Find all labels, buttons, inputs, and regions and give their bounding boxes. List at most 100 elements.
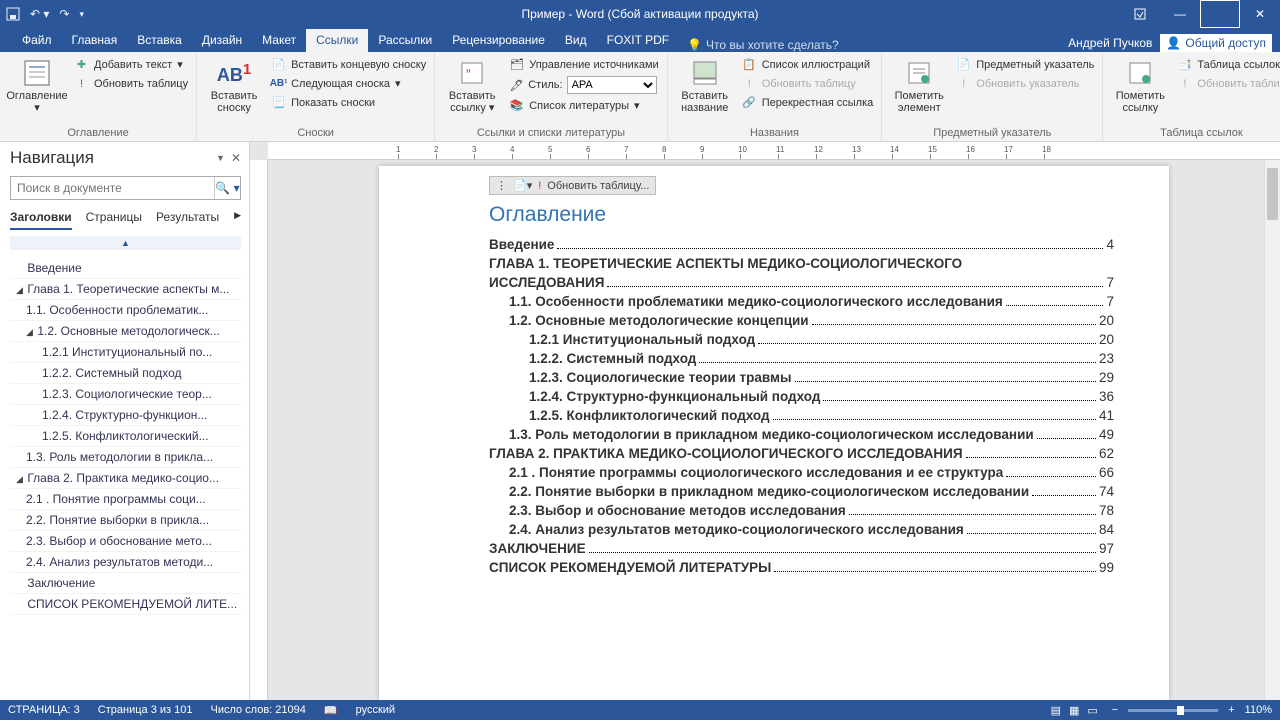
toc-row[interactable]: 1.2. Основные методологические концепции… (489, 313, 1114, 328)
nav-tab-results[interactable]: Результаты (156, 210, 219, 230)
zoom-out-icon[interactable]: − (1112, 704, 1118, 716)
view-buttons[interactable]: ▤▦▭ (1047, 704, 1102, 717)
toc-row[interactable]: 1.2.4. Структурно-функциональный подход3… (489, 389, 1114, 404)
tab-файл[interactable]: Файл (12, 29, 62, 52)
tree-item[interactable]: 1.1. Особенности проблематик... (10, 300, 241, 321)
manage-sources-button[interactable]: 🗂Управление источниками (507, 56, 660, 73)
bibliography-button[interactable]: 📚Список литературы ▾ (507, 97, 660, 114)
status-words[interactable]: Число слов: 21094 (210, 704, 305, 716)
toc-row[interactable]: 2.3. Выбор и обоснование методов исследо… (489, 503, 1114, 518)
tell-me[interactable]: 💡 Что вы хотите сделать? (679, 38, 839, 52)
share-button[interactable]: 👤 Общий доступ (1160, 34, 1272, 52)
style-dropdown[interactable]: APA (567, 76, 657, 94)
toc-row[interactable]: 1.2.1 Институциональный подход20 (489, 332, 1114, 347)
toc-row[interactable]: 1.1. Особенности проблематики медико-соц… (489, 294, 1114, 309)
citation-style-select[interactable]: 🖊Стиль: APA (507, 75, 660, 95)
tab-ссылки[interactable]: Ссылки (306, 29, 368, 52)
update-figures-button[interactable]: !Обновить таблицу (740, 75, 876, 92)
toc-row[interactable]: ЗАКЛЮЧЕНИЕ97 (489, 541, 1114, 556)
tab-вид[interactable]: Вид (555, 29, 597, 52)
tree-item[interactable]: ◢ 1.2. Основные методологическ... (10, 321, 241, 342)
status-language[interactable]: русский (356, 704, 395, 716)
toc-row[interactable]: ГЛАВА 2. ПРАКТИКА МЕДИКО-СОЦИОЛОГИЧЕСКОГ… (489, 446, 1114, 461)
minimize-button[interactable]: — (1160, 0, 1200, 28)
user-name[interactable]: Андрей Пучков (1068, 36, 1152, 50)
qat-more-icon[interactable]: ▾ (79, 9, 84, 20)
insert-endnote-button[interactable]: 📄Вставить концевую сноску (269, 56, 428, 73)
toc-row[interactable]: СПИСОК РЕКОМЕНДУЕМОЙ ЛИТЕРАТУРЫ99 (489, 560, 1114, 575)
insert-caption-button[interactable]: Вставить название (674, 56, 736, 127)
tab-вставка[interactable]: Вставка (127, 29, 192, 52)
vertical-ruler[interactable] (250, 160, 268, 700)
tree-item[interactable]: 2.2. Понятие выборки в прикла... (10, 510, 241, 531)
mark-entry-button[interactable]: Пометить элемент (888, 56, 950, 127)
status-page[interactable]: СТРАНИЦА: 3 (8, 704, 80, 716)
show-footnotes-button[interactable]: 📃Показать сноски (269, 94, 428, 111)
tab-макет[interactable]: Макет (252, 29, 306, 52)
redo-icon[interactable]: ↷ (59, 7, 69, 21)
toc-update-bar[interactable]: ⋮ 📄▾ ! Обновить таблицу... (489, 176, 656, 195)
toc-row[interactable]: 1.2.5. Конфликтологический подход41 (489, 408, 1114, 423)
toc-refresh-icon[interactable]: ! (538, 180, 541, 192)
toc-row[interactable]: ГЛАВА 1. ТЕОРЕТИЧЕСКИЕ АСПЕКТЫ МЕДИКО-СО… (489, 256, 1114, 271)
toc-row[interactable]: 1.2.3. Социологические теории травмы29 (489, 370, 1114, 385)
status-page-of[interactable]: Страница 3 из 101 (98, 704, 193, 716)
tab-главная[interactable]: Главная (62, 29, 128, 52)
nav-close-icon[interactable]: ✕ (231, 151, 241, 165)
tree-item[interactable]: 1.3. Роль методологии в прикла... (10, 447, 241, 468)
tree-item[interactable]: 2.3. Выбор и обоснование мето... (10, 531, 241, 552)
table-authorities-button[interactable]: 📑Таблица ссылок (1175, 56, 1280, 73)
insert-citation-button[interactable]: ” Вставить ссылку ▾ (441, 56, 503, 127)
status-spellcheck-icon[interactable]: 📖 (324, 704, 338, 717)
tree-item[interactable]: 1.2.5. Конфликтологический... (10, 426, 241, 447)
toc-row[interactable]: 1.2.2. Системный подход23 (489, 351, 1114, 366)
toc-row[interactable]: 1.3. Роль методологии в прикладном медик… (489, 427, 1114, 442)
cross-reference-button[interactable]: 🔗Перекрестная ссылка (740, 94, 876, 111)
nav-menu-icon[interactable]: ▼ (216, 153, 225, 163)
table-of-figures-button[interactable]: 📋Список иллюстраций (740, 56, 876, 73)
tab-рецензирование[interactable]: Рецензирование (442, 29, 555, 52)
toc-row[interactable]: Введение4 (489, 237, 1114, 252)
nav-search[interactable]: 🔍 ▾ (10, 176, 241, 200)
document-page[interactable]: ⋮ 📄▾ ! Обновить таблицу... Оглавление Вв… (379, 166, 1169, 700)
next-footnote-button[interactable]: AB¹Следующая сноска ▾ (269, 75, 428, 92)
ribbon-options-icon[interactable] (1120, 0, 1160, 28)
toc-menu-icon[interactable]: 📄▾ (513, 179, 532, 192)
tree-item[interactable]: 1.2.1 Институциональный по... (10, 342, 241, 363)
tree-item[interactable]: ◢ Глава 1. Теоретические аспекты м... (10, 279, 241, 300)
toc-row[interactable]: ИССЛЕДОВАНИЯ7 (489, 275, 1114, 290)
zoom-in-icon[interactable]: + (1228, 704, 1234, 716)
zoom-level[interactable]: 110% (1245, 704, 1272, 716)
toc-row[interactable]: 2.2. Понятие выборки в прикладном медико… (489, 484, 1114, 499)
nav-scroll-right-icon[interactable]: ▶ (234, 210, 241, 230)
toc-grip-icon[interactable]: ⋮ (496, 179, 507, 192)
tab-дизайн[interactable]: Дизайн (192, 29, 252, 52)
tree-item[interactable]: 1.2.3. Социологические теор... (10, 384, 241, 405)
toc-row[interactable]: 2.4. Анализ результатов методико-социоло… (489, 522, 1114, 537)
tree-item[interactable]: 1.2.4. Структурно-функцион... (10, 405, 241, 426)
tree-item[interactable]: ◢ Глава 2. Практика медико-социо... (10, 468, 241, 489)
tree-item[interactable]: 1.2.2. Системный подход (10, 363, 241, 384)
vertical-scrollbar[interactable] (1264, 160, 1280, 700)
nav-collapse-button[interactable]: ▲ (10, 236, 241, 250)
mark-citation-button[interactable]: Пометить ссылку (1109, 56, 1171, 127)
close-button[interactable]: ✕ (1240, 0, 1280, 28)
zoom-slider[interactable] (1128, 709, 1218, 712)
insert-footnote-button[interactable]: AB1 Вставить сноску (203, 56, 265, 127)
tab-foxit pdf[interactable]: FOXIT PDF (597, 29, 679, 52)
horizontal-ruler[interactable]: 123456789101112131415161718 (268, 142, 1280, 160)
tree-item[interactable]: 2.4. Анализ результатов методи... (10, 552, 241, 573)
tree-item[interactable]: 2.1 . Понятие программы соци... (10, 489, 241, 510)
undo-icon[interactable]: ↶ ▾ (30, 7, 49, 21)
tree-item[interactable]: Введение (10, 258, 241, 279)
insert-index-button[interactable]: 📄Предметный указатель (954, 56, 1096, 73)
tree-item[interactable]: Заключение (10, 573, 241, 594)
toc-row[interactable]: 2.1 . Понятие программы социологического… (489, 465, 1114, 480)
update-index-button[interactable]: !Обновить указатель (954, 75, 1096, 92)
scrollbar-thumb[interactable] (1267, 168, 1278, 220)
save-icon[interactable] (6, 7, 20, 21)
update-toc-button[interactable]: !Обновить таблицу (72, 75, 190, 92)
maximize-button[interactable] (1200, 0, 1240, 28)
toc-button[interactable]: Оглавление ▾ (6, 56, 68, 127)
add-text-button[interactable]: ✚Добавить текст ▾ (72, 56, 190, 73)
